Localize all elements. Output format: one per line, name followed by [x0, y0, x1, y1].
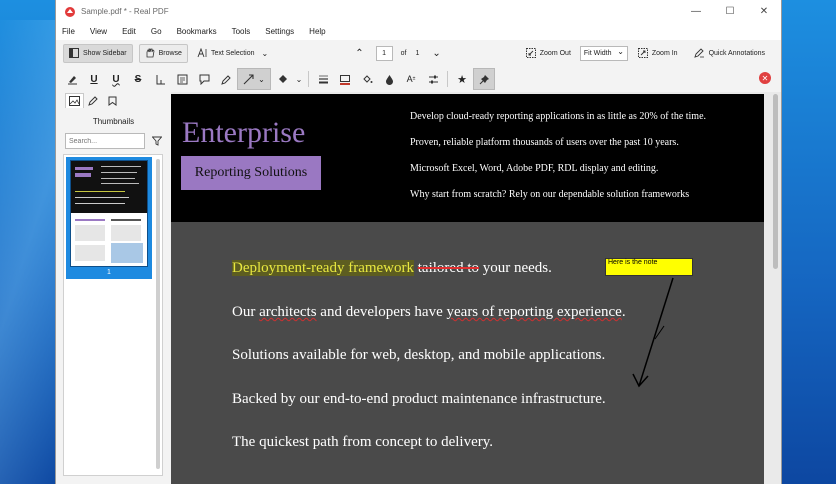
chevron-down-icon[interactable]: ⌄: [262, 49, 269, 58]
bookmark-icon: [108, 96, 117, 106]
sticky-note-icon[interactable]: [193, 68, 215, 90]
tab-thumbnails[interactable]: [65, 93, 84, 108]
menu-tools[interactable]: Tools: [232, 27, 251, 36]
border-color-icon[interactable]: [334, 68, 356, 90]
sidebar-tabs: [56, 92, 171, 109]
thumbnail-page-number: 1: [107, 269, 111, 276]
window-title: Sample.pdf * - Real PDF: [81, 7, 169, 16]
thumbnail-scrollbar[interactable]: [156, 159, 160, 469]
text-selection-label: Text Selection: [210, 49, 255, 57]
text-box-icon[interactable]: [171, 68, 193, 90]
image-icon: [69, 96, 80, 106]
title-bar: Sample.pdf * - Real PDF — ☐ ✕: [56, 0, 781, 23]
close-window-button[interactable]: ✕: [747, 0, 781, 23]
annotation-toolbar: U U S ⌄ ⌄ A ± ★ ✕: [56, 66, 781, 92]
strikethrough-icon[interactable]: S: [127, 68, 149, 90]
zoom-mode-select[interactable]: Fit Width ⌄: [579, 45, 628, 61]
sidebar-title: Thumbnails: [92, 117, 135, 126]
highlighter-icon[interactable]: [61, 68, 83, 90]
page-of-label: of: [400, 49, 407, 57]
hand-icon: [146, 48, 155, 58]
freehand-pen-icon[interactable]: [215, 68, 237, 90]
zoom-out-label: Zoom Out: [539, 49, 571, 57]
sidebar-icon: [69, 48, 79, 58]
line-width-icon[interactable]: [312, 68, 334, 90]
menu-settings[interactable]: Settings: [265, 27, 294, 36]
page-up-icon[interactable]: ⌃: [355, 48, 363, 59]
tab-annotations[interactable]: [84, 93, 103, 108]
document-scrollbar[interactable]: [773, 94, 778, 269]
main-toolbar: Show Sidebar Browse Text Selection ⌄ ⌃ 1…: [56, 40, 781, 66]
maximize-button[interactable]: ☐: [713, 0, 747, 23]
pdf-page: Enterprise Reporting Solutions Develop c…: [171, 94, 764, 484]
thumbnail-image: [70, 160, 148, 267]
menu-bookmarks[interactable]: Bookmarks: [177, 27, 217, 36]
page-total-label: 1: [415, 49, 420, 57]
sidebar-panel: Thumbnails Search... 1: [56, 92, 171, 484]
browse-button[interactable]: Browse: [138, 43, 188, 63]
quick-annotations-label: Quick Annotations: [708, 49, 766, 57]
star-icon[interactable]: ★: [451, 68, 473, 90]
zoom-out-button[interactable]: Zoom Out: [521, 44, 576, 63]
menu-bar: File View Edit Go Bookmarks Tools Settin…: [56, 23, 781, 40]
zoom-in-label: Zoom In: [651, 49, 678, 57]
app-logo-icon: [64, 6, 76, 18]
minimize-button[interactable]: —: [679, 0, 713, 23]
show-sidebar-button[interactable]: Show Sidebar: [63, 43, 133, 63]
pin-icon[interactable]: [473, 68, 495, 90]
zoom-out-icon: [525, 48, 536, 58]
arrow-icon: [243, 74, 254, 85]
page-number-input[interactable]: 1: [375, 45, 393, 61]
paint-bucket-icon[interactable]: [356, 68, 378, 90]
page-down-icon[interactable]: ⌄: [432, 48, 440, 59]
app-window: Sample.pdf * - Real PDF — ☐ ✕ File View …: [55, 0, 782, 484]
browse-label: Browse: [158, 49, 182, 57]
fill-color-icon[interactable]: [271, 68, 293, 90]
toolbar-divider: [308, 71, 309, 87]
thumbnail-list: 1: [63, 154, 163, 476]
chevron-down-icon[interactable]: ⌄: [293, 68, 305, 90]
zoom-in-icon: [637, 48, 648, 58]
thumbnail-page-1[interactable]: 1: [66, 157, 152, 279]
pen-icon: [693, 48, 704, 58]
opacity-drop-icon[interactable]: [378, 68, 400, 90]
thumbnail-search-input[interactable]: [65, 133, 145, 149]
zoom-in-button[interactable]: Zoom In: [633, 44, 683, 63]
menu-help[interactable]: Help: [309, 27, 325, 36]
close-annotation-toolbar-icon[interactable]: ✕: [759, 72, 771, 84]
menu-file[interactable]: File: [62, 27, 75, 36]
menu-view[interactable]: View: [90, 27, 107, 36]
filter-icon[interactable]: [152, 136, 162, 146]
chevron-down-icon: ⌄: [617, 46, 624, 56]
pen-icon: [88, 95, 98, 106]
tab-bookmarks[interactable]: [103, 93, 122, 108]
arrow-annotation[interactable]: [171, 94, 764, 484]
insert-text-icon[interactable]: [149, 68, 171, 90]
document-viewer: Enterprise Reporting Solutions Develop c…: [171, 92, 781, 484]
squiggly-underline-icon[interactable]: U: [105, 68, 127, 90]
arrow-tool-button[interactable]: ⌄: [237, 68, 271, 90]
show-sidebar-label: Show Sidebar: [83, 49, 127, 57]
underline-icon[interactable]: U: [83, 68, 105, 90]
text-cursor-icon: [197, 48, 207, 58]
menu-edit[interactable]: Edit: [122, 27, 136, 36]
toolbar-divider: [447, 71, 448, 87]
quick-annotations-button[interactable]: Quick Annotations: [689, 44, 770, 63]
zoom-mode-value: Fit Width: [583, 49, 612, 57]
font-size-icon[interactable]: A ±: [400, 68, 422, 90]
menu-go[interactable]: Go: [151, 27, 162, 36]
text-selection-button[interactable]: Text Selection ⌄: [192, 44, 273, 63]
properties-sliders-icon[interactable]: [422, 68, 444, 90]
